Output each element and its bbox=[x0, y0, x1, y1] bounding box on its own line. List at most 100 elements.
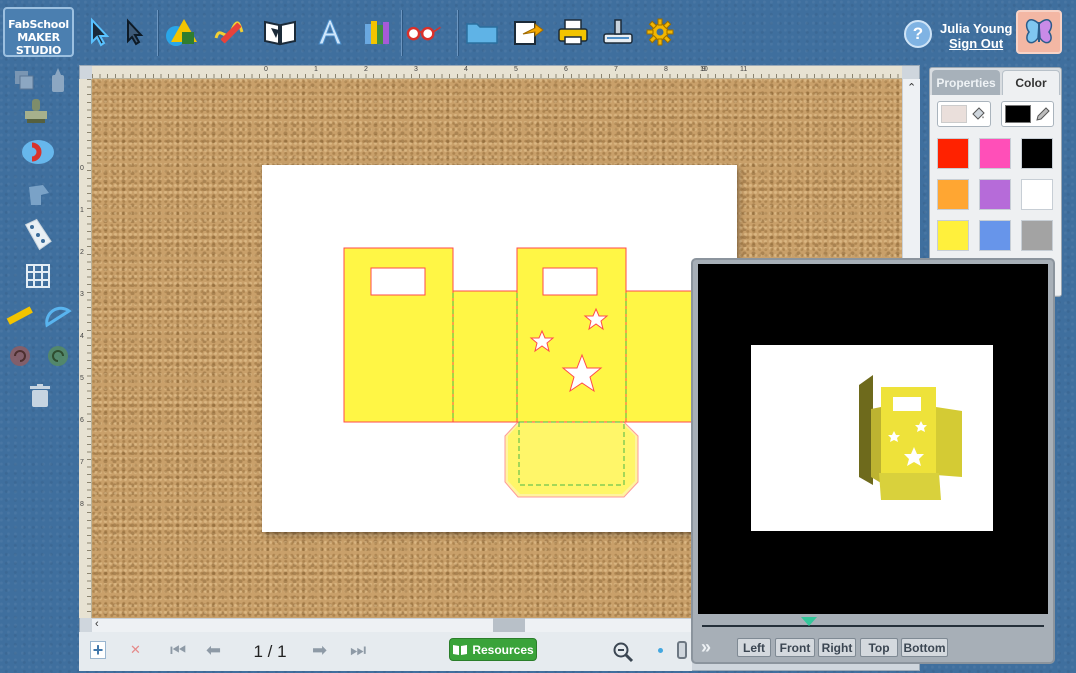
horizontal-scroll-thumb[interactable] bbox=[493, 618, 525, 632]
ruler-button[interactable] bbox=[0, 298, 40, 334]
shapes-tool-button[interactable] bbox=[163, 12, 201, 52]
pattern-button[interactable] bbox=[18, 217, 58, 253]
color-swatch[interactable] bbox=[1021, 179, 1053, 210]
color-swatch[interactable] bbox=[937, 138, 969, 169]
box-panel-right[interactable] bbox=[625, 290, 697, 423]
color-swatch[interactable] bbox=[937, 220, 969, 251]
pencil-icon bbox=[1036, 107, 1050, 121]
stroke-color-selector[interactable] bbox=[1001, 101, 1054, 127]
view-top-button[interactable]: Top bbox=[860, 638, 898, 657]
zoom-slider-track[interactable] bbox=[658, 648, 663, 653]
open-tool-button[interactable] bbox=[463, 12, 501, 52]
scroll-left-arrow[interactable]: ‹ bbox=[95, 618, 99, 630]
cutter-machine-icon bbox=[603, 19, 633, 44]
ruler-vertical: 0 1 2 3 4 5 6 7 8 bbox=[79, 79, 92, 618]
cut-tool-button[interactable] bbox=[599, 12, 637, 52]
box-panel-side[interactable] bbox=[452, 290, 518, 423]
scroll-up-arrow[interactable]: ⌃ bbox=[907, 81, 916, 94]
handle-hole-front[interactable] bbox=[542, 267, 598, 296]
delete-button[interactable] bbox=[20, 378, 60, 414]
gear-icon bbox=[646, 18, 674, 46]
ruler-tick: 8 bbox=[664, 66, 668, 73]
settings-tool-button[interactable] bbox=[641, 12, 679, 52]
ruler-tick: 7 bbox=[614, 66, 618, 73]
rotation-slider[interactable] bbox=[702, 625, 1044, 627]
previous-page-button[interactable]: ⬅ bbox=[206, 640, 221, 661]
collapse-preview-button[interactable]: » bbox=[701, 637, 711, 658]
magnet-button[interactable] bbox=[18, 134, 58, 170]
next-page-button[interactable]: ➡ bbox=[312, 640, 327, 661]
draw-tool-button[interactable] bbox=[211, 12, 249, 52]
color-swatch[interactable] bbox=[937, 179, 969, 210]
ruler-tick: 2 bbox=[364, 66, 368, 73]
box-template-design[interactable] bbox=[262, 165, 737, 532]
top-toolbar: FabSchool MAKER STUDIO ? Julia Young Sig… bbox=[0, 0, 1076, 64]
delete-page-button[interactable]: ✕ bbox=[130, 642, 146, 658]
rotation-slider-handle[interactable] bbox=[801, 617, 817, 626]
help-button[interactable]: ? bbox=[904, 20, 932, 48]
undo-button[interactable] bbox=[0, 338, 40, 374]
fill-color-selector[interactable] bbox=[937, 101, 991, 127]
grid-button[interactable] bbox=[18, 258, 58, 294]
paint-bucket-icon bbox=[972, 107, 985, 120]
color-swatch[interactable] bbox=[1021, 220, 1053, 251]
trash-icon bbox=[30, 384, 50, 407]
3d-box-model[interactable] bbox=[751, 345, 993, 531]
paper-sheet[interactable] bbox=[262, 165, 737, 532]
color-swatch[interactable] bbox=[1021, 138, 1053, 169]
view-bottom-button[interactable]: Bottom bbox=[901, 638, 948, 657]
zoom-out-button[interactable] bbox=[612, 641, 634, 668]
page-indicator: 1 / 1 bbox=[253, 642, 287, 661]
protractor-icon bbox=[45, 306, 72, 328]
color-swatch[interactable] bbox=[979, 179, 1011, 210]
library-tool-button[interactable] bbox=[358, 12, 396, 52]
protractor-button[interactable] bbox=[38, 298, 78, 334]
tab-color[interactable]: Color bbox=[1002, 70, 1060, 95]
3d-preview-tool-button[interactable] bbox=[404, 12, 442, 52]
ruler-icon bbox=[6, 306, 33, 325]
ruler-horizontal: 0 1 2 3 4 5 6 7 8 9 10 11 bbox=[92, 66, 902, 79]
handle-hole-left[interactable] bbox=[370, 267, 426, 296]
ruler-tick: 8 bbox=[80, 501, 84, 508]
magnet-icon bbox=[22, 140, 54, 164]
last-page-button[interactable]: ⏭ bbox=[350, 640, 366, 661]
user-name: Julia Young bbox=[940, 21, 1013, 36]
add-page-button[interactable]: + bbox=[90, 640, 106, 660]
logo-line1: FabSchool bbox=[8, 18, 69, 31]
ruler-tick: 0 bbox=[264, 66, 268, 73]
text-tool-button[interactable] bbox=[311, 12, 349, 52]
view-left-button[interactable]: Left bbox=[737, 638, 771, 657]
templates-tool-button[interactable] bbox=[261, 12, 299, 52]
arrow-left-icon: ⬅ bbox=[206, 640, 222, 660]
ruler-tick: 5 bbox=[514, 66, 518, 73]
direct-select-tool-button[interactable] bbox=[115, 12, 153, 52]
resources-button[interactable]: Resources bbox=[449, 638, 537, 661]
ruler-tick: 11 bbox=[740, 66, 748, 73]
avatar[interactable] bbox=[1016, 10, 1062, 54]
sign-out-link[interactable]: Sign Out bbox=[949, 36, 1003, 51]
double-chevron-right-icon: » bbox=[701, 637, 712, 657]
glue-button[interactable] bbox=[38, 62, 78, 98]
select-tool-button[interactable] bbox=[80, 12, 118, 52]
view-front-button[interactable]: Front bbox=[775, 638, 815, 657]
color-swatch[interactable] bbox=[979, 138, 1011, 169]
shape-edit-button[interactable] bbox=[18, 177, 58, 213]
stamp-button[interactable] bbox=[16, 94, 56, 130]
print-tool-button[interactable] bbox=[554, 12, 592, 52]
ruler-tick: 1 bbox=[314, 66, 318, 73]
color-swatch[interactable] bbox=[979, 220, 1011, 251]
first-page-icon: ⏮ bbox=[170, 640, 187, 660]
bottom-tab-inner bbox=[508, 423, 635, 494]
redo-icon bbox=[48, 346, 68, 366]
export-tool-button[interactable] bbox=[509, 12, 547, 52]
toolbar-separator bbox=[401, 10, 403, 56]
redo-button[interactable] bbox=[38, 338, 78, 374]
ruler-tick: 3 bbox=[80, 291, 84, 298]
tab-properties[interactable]: Properties bbox=[932, 70, 1000, 95]
zoom-slider-handle[interactable] bbox=[677, 641, 687, 659]
3d-preview-stage[interactable] bbox=[751, 345, 993, 531]
grid-icon bbox=[26, 264, 50, 288]
view-right-button[interactable]: Right bbox=[818, 638, 856, 657]
books-icon bbox=[365, 21, 389, 44]
first-page-button[interactable]: ⏮ bbox=[170, 640, 186, 661]
